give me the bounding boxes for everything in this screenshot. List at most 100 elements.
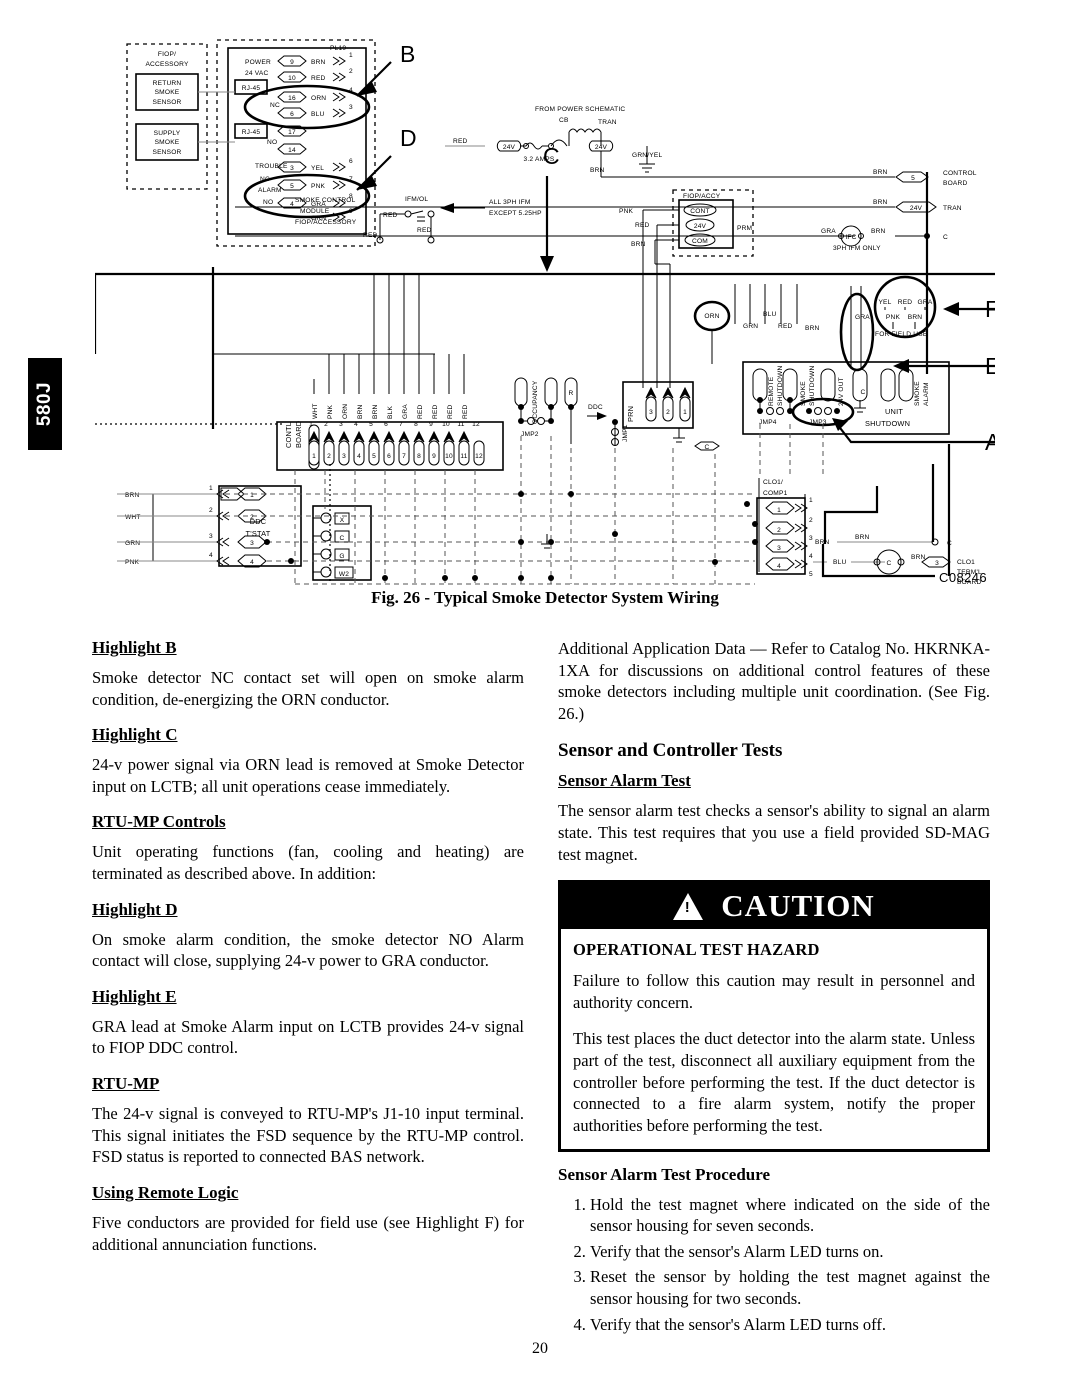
paragraph-additional-application-data: Additional Application Data — Refer to C… <box>558 639 990 723</box>
svg-text:9: 9 <box>432 453 436 460</box>
svg-text:C: C <box>705 444 710 451</box>
svg-text:9: 9 <box>429 421 433 428</box>
svg-text:COM: COM <box>692 238 708 245</box>
svg-text:SHUTDOWN: SHUTDOWN <box>777 366 784 406</box>
wiring-schematic-svg: FIOP/ ACCESSORY RETURN SMOKE SENSOR SUPP… <box>95 39 995 586</box>
heading-highlight-e: Highlight E <box>92 986 177 1006</box>
svg-text:ORN: ORN <box>311 95 326 102</box>
svg-text:RED: RED <box>417 227 432 234</box>
svg-text:1: 1 <box>683 409 687 416</box>
svg-text:YEL: YEL <box>311 165 324 172</box>
svg-text:RED: RED <box>447 404 454 419</box>
svg-text:GRA: GRA <box>821 228 836 235</box>
svg-text:5: 5 <box>809 571 813 578</box>
svg-text:GRA: GRA <box>855 314 870 321</box>
svg-text:3: 3 <box>349 104 353 111</box>
svg-text:4: 4 <box>357 453 361 460</box>
svg-text:RED: RED <box>635 222 650 229</box>
paragraph-sensor-alarm-test: The sensor alarm test checks a sensor's … <box>558 801 990 864</box>
svg-text:5: 5 <box>369 421 373 428</box>
heading-sensor-and-controller-tests: Sensor and Controller Tests <box>558 740 783 762</box>
svg-text:FIOP/ACCY: FIOP/ACCY <box>683 193 721 200</box>
highlight-label-d: D <box>400 125 417 151</box>
svg-text:RED: RED <box>311 75 326 82</box>
svg-text:24V: 24V <box>910 205 923 212</box>
svg-text:12: 12 <box>472 421 480 428</box>
svg-text:RETURN: RETURN <box>153 80 182 87</box>
svg-text:R: R <box>569 390 574 397</box>
svg-text:1: 1 <box>250 492 254 499</box>
svg-text:8: 8 <box>417 453 421 460</box>
svg-text:GRN: GRN <box>125 540 140 547</box>
module-terminals: 9 10 16 6 17 14 3 5 4 <box>277 55 307 209</box>
svg-text:4: 4 <box>250 559 254 566</box>
svg-text:1: 1 <box>209 485 213 492</box>
svg-text:BLU: BLU <box>311 111 324 118</box>
svg-text:ORN: ORN <box>704 313 719 320</box>
svg-text:6: 6 <box>384 421 388 428</box>
svg-text:RED: RED <box>417 404 424 419</box>
svg-text:TRAN: TRAN <box>943 205 962 212</box>
svg-text:IFM/OL: IFM/OL <box>405 196 428 203</box>
svg-text:PNK: PNK <box>619 208 634 215</box>
svg-text:BRN: BRN <box>873 199 888 206</box>
svg-text:24V: 24V <box>595 144 608 151</box>
svg-text:1: 1 <box>309 421 313 428</box>
svg-text:RED: RED <box>898 299 913 306</box>
sensor-alarm-test-procedure-list: Hold the test magnet where indicated on … <box>558 1194 990 1336</box>
svg-text:WHT: WHT <box>125 514 141 521</box>
paragraph-highlight-e: GRA lead at Smoke Alarm input on LCTB pr… <box>92 1016 524 1058</box>
svg-text:FROM POWER SCHEMATIC: FROM POWER SCHEMATIC <box>535 106 625 113</box>
svg-text:14: 14 <box>288 147 296 154</box>
ddc-tstat-box <box>218 485 302 567</box>
svg-text:TROUBLE: TROUBLE <box>255 163 288 170</box>
svg-text:RED: RED <box>363 232 378 239</box>
svg-text:RED: RED <box>432 404 439 419</box>
svg-text:ACCESSORY: ACCESSORY <box>145 61 188 68</box>
figure-code-label: C08246 <box>939 570 987 585</box>
svg-text:MODULE: MODULE <box>300 208 330 215</box>
svg-text:4: 4 <box>354 421 358 428</box>
svg-text:WHT: WHT <box>312 403 319 419</box>
list-item: Verify that the sensor's Alarm LED turns… <box>590 1241 990 1263</box>
svg-text:2: 2 <box>809 517 813 524</box>
highlight-arrow-c <box>540 176 554 272</box>
svg-text:4: 4 <box>809 553 813 560</box>
side-tab-label: 580J <box>34 381 55 427</box>
svg-text:PNK: PNK <box>886 314 901 321</box>
svg-text:RED: RED <box>453 138 468 145</box>
left-text-column: Highlight B Smoke detector NC contact se… <box>92 638 524 1255</box>
figure-caption: Fig. 26 - Typical Smoke Detector System … <box>371 588 719 607</box>
svg-text:BRN: BRN <box>805 325 820 332</box>
svg-text:COMP1: COMP1 <box>763 490 788 497</box>
heading-highlight-d: Highlight D <box>92 899 178 919</box>
paragraph-rtu-mp-controls: Unit operating functions (fan, cooling a… <box>92 842 524 884</box>
svg-text:24V: 24V <box>694 223 707 230</box>
svg-text:TRAN: TRAN <box>598 119 617 126</box>
svg-text:POWER: POWER <box>245 59 271 66</box>
svg-text:16: 16 <box>288 95 296 102</box>
list-item: Hold the test magnet where indicated on … <box>590 1194 990 1237</box>
caution-paragraph-2: This test places the duct detector into … <box>573 1029 975 1135</box>
svg-text:8: 8 <box>414 421 418 428</box>
svg-text:1: 1 <box>777 507 781 514</box>
svg-text:YEL: YEL <box>878 299 891 306</box>
svg-text:NO: NO <box>267 139 277 146</box>
svg-text:RED: RED <box>778 323 793 330</box>
heading-sensor-alarm-test: Sensor Alarm Test <box>558 771 691 791</box>
paragraph-highlight-d: On smoke alarm condition, the smoke dete… <box>92 929 524 971</box>
svg-text:3: 3 <box>777 545 781 552</box>
svg-text:FIOP/: FIOP/ <box>158 51 176 58</box>
svg-text:2: 2 <box>349 68 353 75</box>
svg-text:7: 7 <box>402 453 406 460</box>
svg-text:X: X <box>340 517 345 524</box>
svg-text:11: 11 <box>457 421 464 428</box>
svg-text:PNK: PNK <box>311 183 326 190</box>
svg-text:SHUTDOWN: SHUTDOWN <box>865 419 910 428</box>
svg-text:IFC: IFC <box>845 234 856 241</box>
svg-text:24V: 24V <box>503 144 516 151</box>
svg-text:T'STAT: T'STAT <box>246 529 271 538</box>
heading-using-remote-logic: Using Remote Logic <box>92 1182 239 1202</box>
svg-text:BRN: BRN <box>311 59 326 66</box>
svg-text:10: 10 <box>288 75 296 82</box>
